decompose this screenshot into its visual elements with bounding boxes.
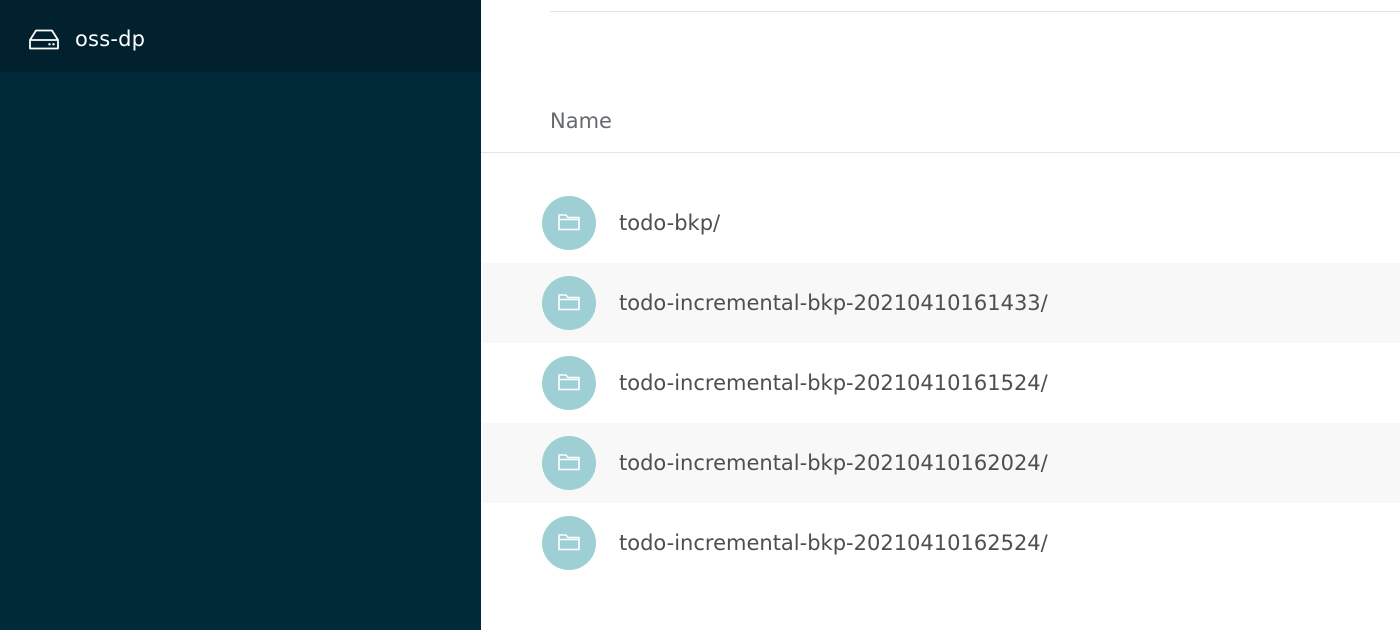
- bucket-label: oss-dp: [75, 27, 146, 51]
- folder-name: todo-incremental-bkp-20210410162524/: [619, 531, 1048, 555]
- object-browser: oss-dp Name todo-bkp/ todo-incremental-b…: [0, 0, 1400, 630]
- folder-icon: [542, 196, 596, 250]
- divider: [481, 152, 1400, 153]
- hard-drive-icon: [29, 29, 59, 50]
- folder-name: todo-incremental-bkp-20210410161433/: [619, 291, 1048, 315]
- folder-name: todo-incremental-bkp-20210410161524/: [619, 371, 1048, 395]
- sidebar-item-bucket[interactable]: oss-dp: [0, 0, 481, 72]
- list-item[interactable]: todo-incremental-bkp-20210410161433/: [483, 263, 1400, 343]
- list-item[interactable]: todo-incremental-bkp-20210410161524/: [483, 343, 1400, 423]
- list-item[interactable]: todo-bkp/: [483, 183, 1400, 263]
- divider: [550, 11, 1400, 12]
- folder-name: todo-bkp/: [619, 211, 721, 235]
- list-item[interactable]: todo-incremental-bkp-20210410162024/: [483, 423, 1400, 503]
- folder-icon: [542, 436, 596, 490]
- sidebar: oss-dp: [0, 0, 481, 630]
- list-item[interactable]: todo-incremental-bkp-20210410162524/: [483, 503, 1400, 583]
- folder-icon: [542, 276, 596, 330]
- column-header-name[interactable]: Name: [550, 107, 612, 135]
- folder-icon: [542, 516, 596, 570]
- folder-icon: [542, 356, 596, 410]
- file-list-panel: Name todo-bkp/ todo-incremental-bkp-2021…: [481, 0, 1400, 630]
- folder-name: todo-incremental-bkp-20210410162024/: [619, 451, 1048, 475]
